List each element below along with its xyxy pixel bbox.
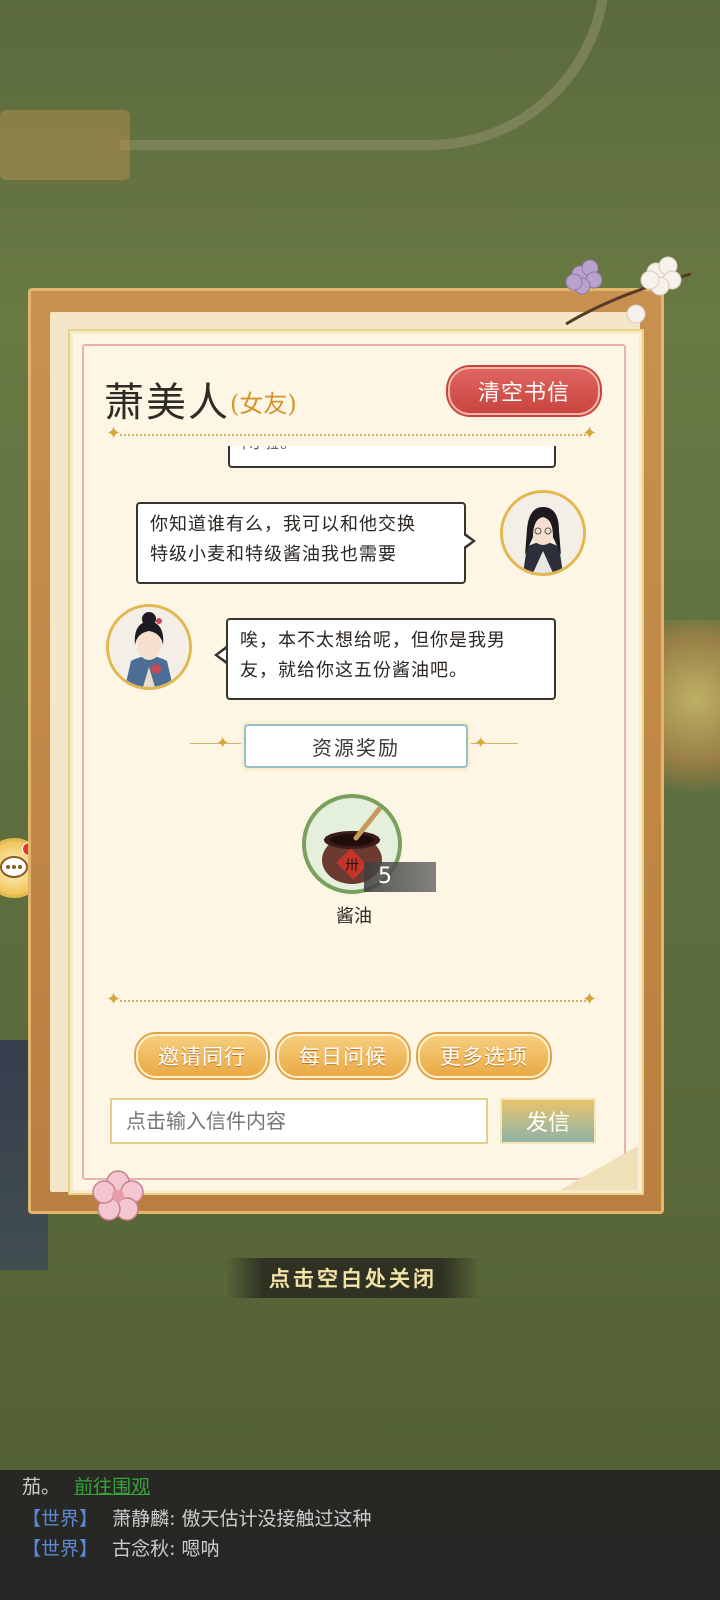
- sparkle-icon: ✦: [216, 733, 230, 752]
- chat-text: 嗯呐: [181, 1538, 220, 1560]
- bubble-tail: [462, 532, 476, 550]
- message-text-line: 特级小麦和特级酱油我也需要: [150, 544, 397, 565]
- more-options-button[interactable]: 更多选项: [418, 1034, 550, 1078]
- player-avatar[interactable]: [500, 490, 586, 576]
- chat-line: 茄。 前往围观: [22, 1472, 150, 1502]
- send-letter-button[interactable]: 发信: [500, 1098, 596, 1144]
- clear-letters-button[interactable]: 清空书信: [448, 367, 600, 415]
- daily-greeting-button[interactable]: 每日问候: [277, 1034, 409, 1078]
- female-portrait-icon: [109, 607, 189, 687]
- chat-speaker[interactable]: 古念秋:: [112, 1538, 175, 1560]
- bubble-tail: [214, 646, 228, 664]
- sender-name: 萧美人: [104, 380, 230, 426]
- message-text-line: 友，就给你这五份酱油吧。: [240, 660, 468, 681]
- message-text-line: 唉，本不太想给呢，但你是我男: [240, 630, 506, 651]
- item-count-badge: [364, 862, 436, 892]
- background-festival-deco: [660, 620, 720, 820]
- male-portrait-icon: [503, 493, 583, 573]
- sparkle-icon: ✦: [582, 989, 598, 1010]
- sparkle-icon: ✦: [106, 989, 122, 1010]
- reward-section-label: 资源奖励: [244, 724, 468, 768]
- world-channel-tag: 【世界】: [22, 1538, 99, 1560]
- invite-companion-button[interactable]: 邀请同行: [136, 1034, 268, 1078]
- item-name: 酱油: [336, 906, 372, 927]
- message-bubble-partial: 闲啦。: [228, 446, 556, 468]
- chat-line: 【世界】 萧静麟: 傲天估计没接触过这种: [22, 1504, 372, 1534]
- partner-avatar[interactable]: [106, 604, 192, 690]
- item-count: 5: [378, 864, 392, 889]
- peach-blossom-icon: [92, 1170, 144, 1221]
- sender-relation: (女友): [230, 390, 297, 418]
- tap-to-close-hint[interactable]: 点击空白处关闭: [226, 1258, 480, 1298]
- world-channel-tag: 【世界】: [22, 1508, 99, 1530]
- chat-text: 茄。: [22, 1476, 61, 1498]
- chat-speaker[interactable]: 萧静麟:: [112, 1508, 175, 1530]
- letter-content-input[interactable]: [110, 1098, 488, 1144]
- message-text-line: 你知道谁有么，我可以和他交换: [150, 514, 416, 535]
- header-divider: [120, 434, 590, 436]
- sparkle-icon: ✦: [106, 423, 122, 444]
- page-fold-corner: [560, 1146, 638, 1190]
- message-text: 闲啦。: [242, 446, 542, 458]
- message-bubble-sent: 你知道谁有么，我可以和他交换 特级小麦和特级酱油我也需要: [136, 502, 466, 584]
- world-chat-panel[interactable]: 茄。 前往围观 【世界】 萧静麟: 傲天估计没接触过这种 【世界】 古念秋: 嗯…: [0, 1470, 720, 1600]
- sparkle-icon: ✦: [582, 423, 598, 444]
- jar-label: 卅: [345, 858, 359, 874]
- chat-line: 【世界】 古念秋: 嗯呐: [22, 1534, 220, 1564]
- background-farm: [0, 110, 130, 180]
- chat-bubble-icon: [0, 856, 28, 878]
- chat-text: 傲天估计没接触过这种: [181, 1508, 372, 1530]
- message-bubble-received: 唉，本不太想给呢，但你是我男 友，就给你这五份酱油吧。: [226, 618, 556, 700]
- sparkle-icon: ✦: [474, 733, 488, 752]
- go-watch-link[interactable]: 前往围观: [74, 1476, 150, 1498]
- background-path: [120, 0, 610, 150]
- footer-divider: [120, 1000, 590, 1002]
